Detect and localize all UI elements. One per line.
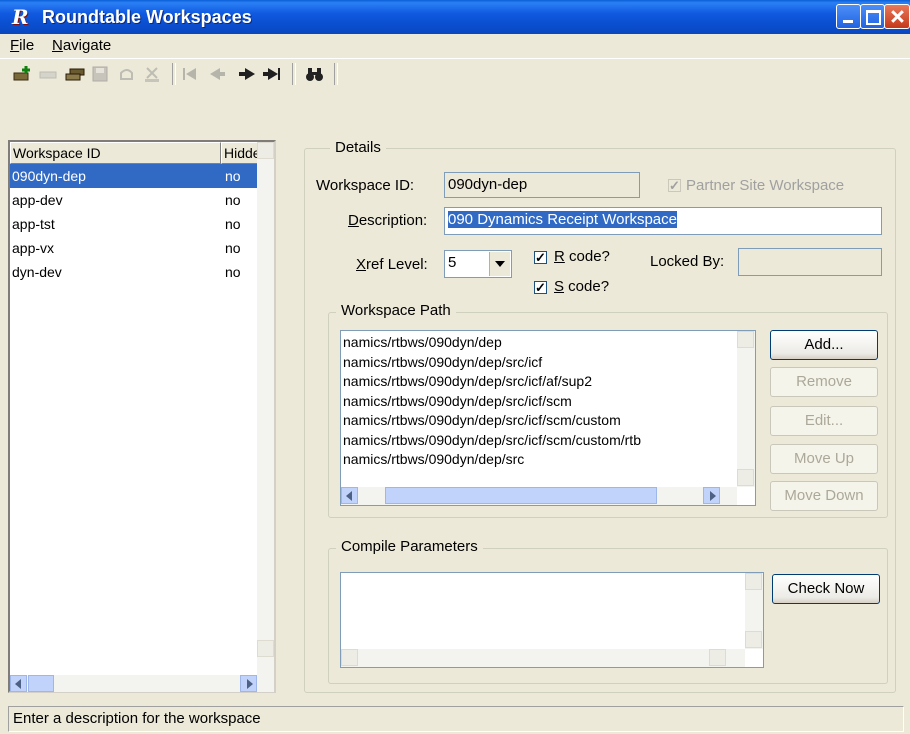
toolbar-separator — [334, 63, 338, 85]
scroll-right-button[interactable] — [709, 649, 726, 666]
scroll-up-button[interactable] — [257, 142, 274, 159]
move-down-button[interactable]: Move Down — [770, 481, 878, 511]
workspace-path-legend: Workspace Path — [336, 302, 456, 319]
scroll-down-button[interactable] — [745, 631, 762, 648]
binoculars-icon[interactable] — [304, 65, 326, 83]
path-item[interactable]: namics/rtbws/090dyn/dep/src — [343, 450, 524, 468]
scroll-right-button[interactable] — [703, 487, 720, 504]
path-item[interactable]: namics/rtbws/090dyn/dep/src/icf/scm/cust… — [343, 411, 621, 429]
toolbar-separator — [292, 63, 296, 85]
list-item[interactable]: app-dev no — [10, 188, 264, 212]
path-item[interactable]: namics/rtbws/090dyn/dep/src/icf — [343, 353, 542, 371]
vertical-scrollbar[interactable] — [257, 142, 274, 675]
maximize-button[interactable] — [860, 4, 885, 29]
list-item[interactable]: 090dyn-dep no — [10, 164, 264, 188]
list-item[interactable]: app-tst no — [10, 212, 264, 236]
title-bar[interactable]: R Roundtable Workspaces — [0, 0, 910, 34]
workspace-id-cell: 090dyn-dep — [12, 168, 86, 184]
scroll-right-button[interactable] — [240, 675, 257, 692]
remove-path-button[interactable]: Remove — [770, 367, 878, 397]
scroll-thumb[interactable] — [385, 487, 657, 504]
check-now-button[interactable]: Check Now — [772, 574, 880, 604]
copy-icon[interactable] — [64, 65, 86, 83]
menu-bar: File Navigate — [0, 34, 910, 58]
app-icon: R — [12, 5, 29, 29]
partner-site-checkbox[interactable]: ✓ — [668, 179, 681, 192]
path-item[interactable]: namics/rtbws/090dyn/dep/src/icf/af/sup2 — [343, 372, 592, 390]
compile-parameters-editor[interactable] — [340, 572, 764, 668]
path-item[interactable]: namics/rtbws/090dyn/dep/src/icf/scm — [343, 392, 572, 410]
description-field[interactable]: 090 Dynamics Receipt Workspace — [444, 207, 882, 235]
column-header-workspace-id[interactable]: Workspace ID — [10, 142, 221, 164]
undo-icon[interactable] — [116, 65, 138, 83]
chevron-down-icon[interactable] — [489, 252, 510, 276]
delete-icon[interactable] — [142, 65, 164, 83]
compile-horizontal-scrollbar[interactable] — [341, 649, 745, 667]
scroll-down-button[interactable] — [737, 469, 754, 486]
move-up-button[interactable]: Move Up — [770, 444, 878, 474]
path-item[interactable]: namics/rtbws/090dyn/dep — [343, 333, 502, 351]
add-icon[interactable] — [12, 65, 34, 83]
compile-vertical-scrollbar[interactable] — [745, 573, 763, 649]
last-icon[interactable] — [262, 65, 284, 83]
menu-file[interactable]: File — [10, 37, 34, 54]
workspace-id-cell: dyn-dev — [12, 264, 62, 280]
list-item[interactable]: app-vx no — [10, 236, 264, 260]
edit-path-button[interactable]: Edit... — [770, 406, 878, 436]
locked-by-label: Locked By: — [650, 253, 725, 270]
path-item[interactable]: namics/rtbws/090dyn/dep/src/icf/scm/cust… — [343, 431, 641, 449]
workspace-list[interactable]: Workspace ID Hidde 090dyn-dep no app-dev no… — [8, 140, 276, 693]
workspace-id-cell: app-dev — [12, 192, 63, 208]
workspace-path-list[interactable]: namics/rtbws/090dyn/dep namics/rtbws/090d… — [340, 330, 756, 506]
locked-by-field[interactable] — [738, 248, 882, 276]
hidden-cell: no — [225, 240, 241, 256]
scroll-thumb[interactable] — [28, 675, 54, 692]
hidden-cell: no — [225, 168, 241, 184]
scroll-left-button[interactable] — [10, 675, 27, 692]
scroll-left-button[interactable] — [341, 649, 358, 666]
close-button[interactable] — [884, 4, 910, 29]
path-vertical-scrollbar[interactable] — [737, 331, 755, 487]
scroll-up-button[interactable] — [737, 331, 754, 348]
workspace-id-label: Workspace ID: — [316, 177, 415, 194]
menu-navigate[interactable]: Navigate — [52, 37, 111, 54]
scroll-up-button[interactable] — [745, 573, 762, 590]
save-icon[interactable] — [90, 65, 112, 83]
toolbar-separator — [172, 63, 176, 85]
details-legend: Details — [330, 139, 386, 156]
xref-level-label: Xref Level: — [356, 256, 428, 273]
horizontal-scrollbar[interactable] — [10, 675, 274, 692]
description-selected-text: 090 Dynamics Receipt Workspace — [448, 211, 677, 228]
first-icon[interactable] — [180, 65, 202, 83]
r-code-checkbox[interactable]: ✓ — [534, 251, 547, 264]
path-horizontal-scrollbar[interactable] — [341, 487, 737, 505]
partner-site-label: Partner Site Workspace — [686, 177, 845, 194]
r-code-label: R code? — [554, 248, 610, 265]
scroll-left-button[interactable] — [341, 487, 358, 504]
hidden-cell: no — [225, 216, 241, 232]
window-title: Roundtable Workspaces — [42, 7, 252, 27]
workspace-id-field[interactable]: 090dyn-dep — [444, 172, 640, 198]
workspace-id-cell: app-vx — [12, 240, 55, 256]
hidden-cell: no — [225, 192, 241, 208]
next-icon[interactable] — [236, 65, 258, 83]
s-code-checkbox[interactable]: ✓ — [534, 281, 547, 294]
rename-icon[interactable] — [38, 65, 60, 83]
xref-level-select[interactable]: 5 — [444, 250, 512, 278]
hidden-cell: no — [225, 264, 241, 280]
minimize-button[interactable] — [836, 4, 861, 29]
status-bar: Enter a description for the workspace — [8, 706, 904, 732]
add-path-button[interactable]: Add... — [770, 330, 878, 360]
s-code-label: S code? — [554, 278, 610, 295]
list-item[interactable]: dyn-dev no — [10, 260, 264, 284]
description-label: Description: — [348, 212, 428, 229]
scroll-down-button[interactable] — [257, 640, 274, 657]
toolbar — [0, 58, 910, 89]
compile-parameters-legend: Compile Parameters — [336, 538, 483, 555]
workspace-id-cell: app-tst — [12, 216, 55, 232]
prev-icon[interactable] — [208, 65, 230, 83]
